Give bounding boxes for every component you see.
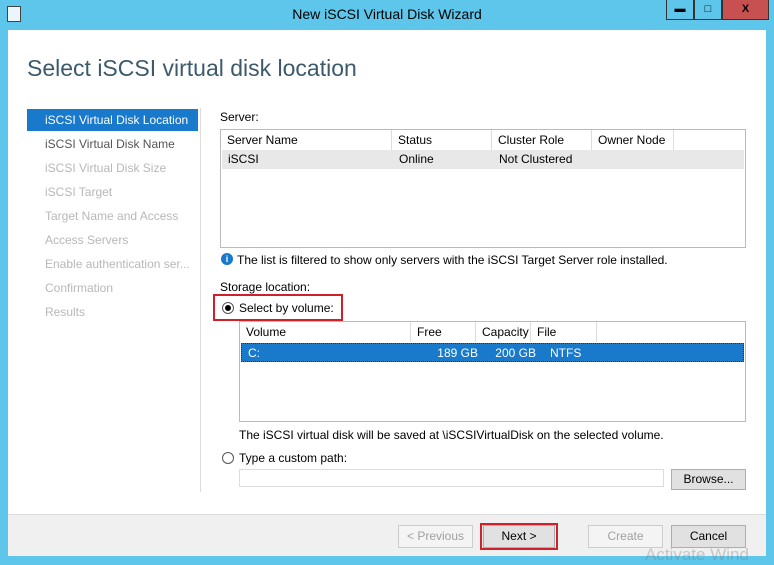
next-button[interactable]: Next > xyxy=(483,525,555,548)
storage-label: Storage location: xyxy=(220,280,311,294)
server-label: Server: xyxy=(220,110,259,124)
column-header[interactable]: Owner Node xyxy=(592,130,674,150)
maximize-button[interactable]: □ xyxy=(694,0,722,20)
cell: C: xyxy=(248,346,260,360)
activation-watermark: Activate Wind xyxy=(645,545,749,564)
cell: NTFS xyxy=(550,346,582,360)
column-header[interactable]: Cluster Role xyxy=(492,130,592,150)
select-by-volume-radio[interactable] xyxy=(222,302,234,314)
title-bar: New iSCSI Virtual Disk Wizard ▬ □ X xyxy=(0,0,774,30)
table-row[interactable]: C: 189 GB 200 GB NTFS xyxy=(241,343,744,362)
nav-step[interactable]: iSCSI Virtual Disk Location xyxy=(27,109,198,131)
browse-button[interactable]: Browse... xyxy=(671,469,746,490)
column-header[interactable]: File System xyxy=(531,322,597,359)
nav-step: iSCSI Target xyxy=(45,185,113,199)
nav-step: Enable authentication ser... xyxy=(45,257,190,271)
custom-path-radio[interactable] xyxy=(222,452,234,464)
nav-step[interactable]: iSCSI Virtual Disk Name xyxy=(27,133,198,155)
select-by-volume-label[interactable]: Select by volume: xyxy=(239,301,334,315)
cell: 189 GB xyxy=(437,346,478,360)
cell: Not Clustered xyxy=(499,152,573,166)
nav-step: Access Servers xyxy=(45,233,129,247)
column-header[interactable]: Free Space xyxy=(411,322,476,359)
custom-path-input[interactable] xyxy=(239,469,664,487)
divider xyxy=(200,108,201,492)
cell: Online xyxy=(399,152,434,166)
minimize-button[interactable]: ▬ xyxy=(666,0,694,20)
cell: iSCSI xyxy=(228,152,259,166)
window-title: New iSCSI Virtual Disk Wizard xyxy=(292,6,482,22)
cell: 200 GB xyxy=(495,346,536,360)
table-row[interactable]: iSCSI Online Not Clustered xyxy=(222,150,744,169)
info-icon: i xyxy=(221,253,233,265)
save-location-note: The iSCSI virtual disk will be saved at … xyxy=(239,428,664,442)
column-header[interactable]: Server Name xyxy=(221,130,392,150)
close-button[interactable]: X xyxy=(722,0,769,20)
volume-table[interactable]: Volume Free Space Capacity File System C… xyxy=(239,321,746,422)
nav-step: iSCSI Virtual Disk Size xyxy=(45,161,167,175)
column-header[interactable]: Capacity xyxy=(476,322,531,342)
nav-step: Target Name and Access xyxy=(45,209,179,223)
previous-button[interactable]: < Previous xyxy=(398,525,473,548)
info-text: The list is filtered to show only server… xyxy=(237,253,668,267)
column-header[interactable]: Status xyxy=(392,130,492,150)
server-table[interactable]: Server Name Status Cluster Role Owner No… xyxy=(220,129,746,248)
nav-step: Confirmation xyxy=(45,281,114,295)
nav-step: Results xyxy=(45,305,86,319)
column-header[interactable]: Volume xyxy=(240,322,411,342)
custom-path-label[interactable]: Type a custom path: xyxy=(239,451,347,465)
page-title: Select iSCSI virtual disk location xyxy=(27,55,357,81)
